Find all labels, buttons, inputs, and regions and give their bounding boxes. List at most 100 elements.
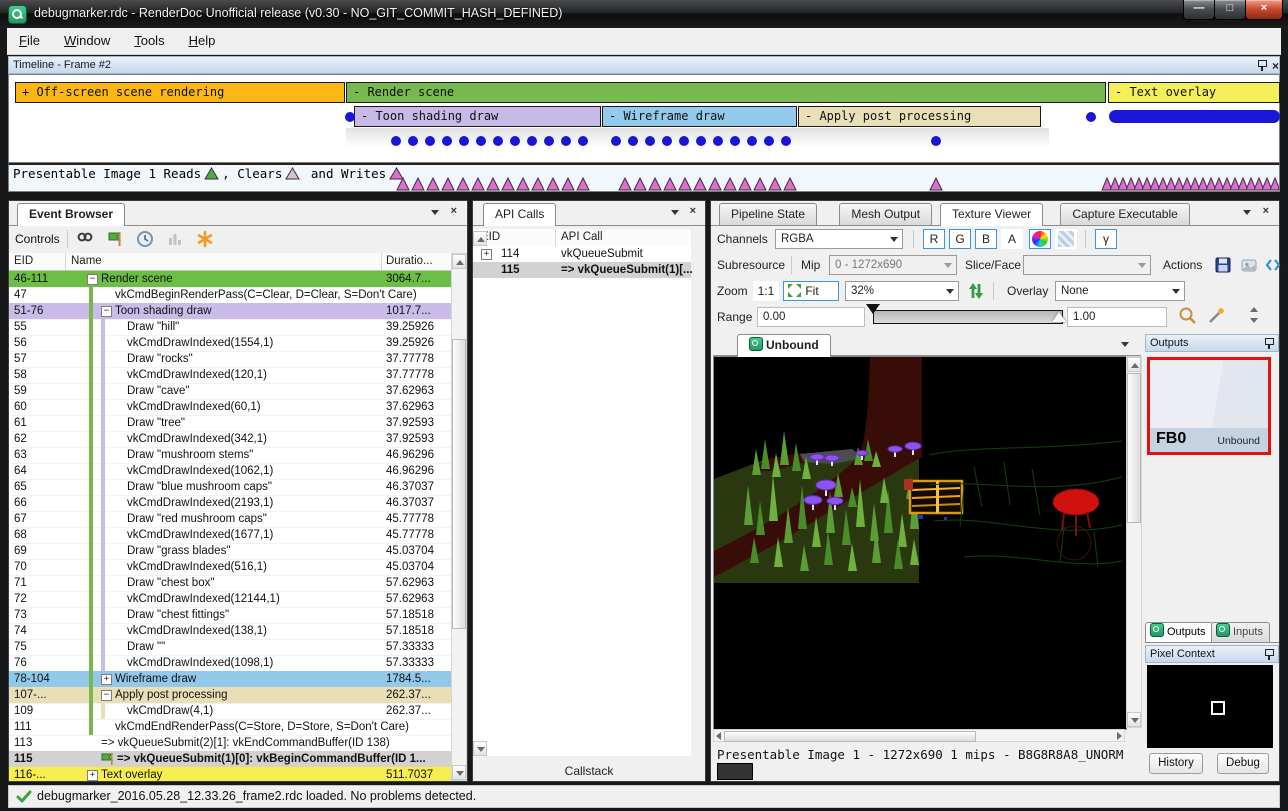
flip-y-icon[interactable] [967, 281, 985, 306]
event-row[interactable]: 58vkCmdDrawIndexed(120,1)37.77778 [9, 367, 451, 384]
timeline-marker[interactable]: - Render scene [346, 82, 1106, 103]
draw-dot[interactable] [679, 136, 689, 146]
chevron-down-icon[interactable] [1121, 342, 1129, 347]
channels-combo[interactable]: RGBA [775, 229, 903, 249]
tab-outputs[interactable]: Outputs [1145, 622, 1213, 642]
texture-canvas[interactable] [713, 356, 1127, 730]
draw-dot[interactable] [544, 136, 554, 146]
tab-capture-executable[interactable]: Capture Executable [1060, 203, 1189, 225]
event-row[interactable]: 55Draw "hill"39.25926 [9, 319, 451, 336]
channel-a-button[interactable]: A [1001, 229, 1023, 249]
pin-icon[interactable] [1257, 59, 1267, 71]
draw-dot[interactable] [345, 112, 355, 122]
event-row[interactable]: 71Draw "chest box"57.62963 [9, 575, 451, 592]
event-row[interactable]: 72vkCmdDrawIndexed(12144,1)57.62963 [9, 591, 451, 608]
menu-item-help[interactable]: Help [177, 28, 228, 48]
menu-item-window[interactable]: Window [52, 28, 122, 48]
tab-pipeline-state[interactable]: Pipeline State [719, 203, 817, 225]
event-browser-scrollbar[interactable] [451, 253, 467, 781]
timeline-marker[interactable]: + Off-screen scene rendering [15, 82, 345, 103]
draw-dot[interactable] [931, 136, 941, 146]
chevron-down-icon[interactable] [671, 210, 679, 215]
pixel-context-canvas[interactable] [1147, 665, 1273, 748]
draw-dot[interactable] [713, 136, 723, 146]
event-row[interactable]: 67Draw "red mushroom caps"45.77778 [9, 511, 451, 528]
chevron-down-icon[interactable] [1243, 210, 1251, 215]
scroll-up-icon[interactable] [473, 231, 487, 246]
fit-button[interactable]: Fit [783, 281, 839, 301]
timeline-marker[interactable]: - Text overlay [1108, 82, 1280, 103]
collapse-icon[interactable]: − [101, 690, 112, 701]
draw-dot[interactable] [578, 136, 588, 146]
event-row[interactable]: 116-...+Text overlay511.7037 [9, 767, 451, 781]
checker-button[interactable] [1055, 229, 1077, 249]
colorwheel-button[interactable] [1029, 229, 1051, 249]
expand-icon[interactable]: + [101, 674, 112, 685]
event-row[interactable]: 61Draw "tree"37.92593 [9, 415, 451, 432]
zoom-1to1-button[interactable]: 1:1 [753, 281, 779, 301]
event-row[interactable]: 57Draw "rocks"37.77778 [9, 351, 451, 368]
pin-icon[interactable] [1264, 648, 1274, 660]
collapse-icon[interactable]: − [87, 274, 98, 285]
event-row[interactable]: 113=> vkQueueSubmit(2)[1]: vkEndCommandB… [9, 735, 451, 752]
tab-unbound[interactable]: Unbound [737, 334, 831, 357]
channel-g-button[interactable]: G [949, 229, 971, 249]
event-row[interactable]: 75Draw ""57.33333 [9, 639, 451, 656]
draw-dot[interactable] [527, 136, 537, 146]
bookmark-flag-icon[interactable] [105, 229, 125, 249]
draw-dot[interactable] [747, 136, 757, 146]
api-call-row[interactable]: +114vkQueueSubmit [473, 246, 691, 262]
event-row[interactable]: 63Draw "mushroom stems"46.96296 [9, 447, 451, 464]
debug-button[interactable]: Debug [1217, 753, 1269, 774]
fb0-thumbnail[interactable]: FB0 Unbound [1147, 357, 1271, 455]
close-panel-icon[interactable]: × [1263, 205, 1269, 217]
draw-dot[interactable] [764, 136, 774, 146]
history-button[interactable]: History [1149, 753, 1203, 774]
timeline-marker[interactable]: - Wireframe draw [602, 106, 797, 127]
menu-item-file[interactable]: File [7, 28, 52, 48]
texture-vscroll[interactable] [1126, 356, 1142, 728]
maximize-button[interactable]: □ [1214, 0, 1246, 20]
close-panel-icon[interactable]: × [690, 205, 696, 217]
draw-dot[interactable] [781, 136, 791, 146]
tab-event-browser[interactable]: Event Browser [17, 203, 125, 226]
tab-inputs[interactable]: Inputs [1211, 622, 1270, 642]
channel-b-button[interactable]: B [975, 229, 997, 249]
event-row[interactable]: 78-104+Wireframe draw1784.5... [9, 671, 451, 688]
texture-hscroll[interactable] [713, 729, 1125, 742]
event-row[interactable]: 109vkCmdDraw(4,1)262.37... [9, 703, 451, 720]
event-row[interactable]: 73Draw "chest fittings"57.18518 [9, 607, 451, 624]
event-row[interactable]: 46-111−Render scene3064.7... [9, 271, 451, 288]
draw-dot[interactable] [730, 136, 740, 146]
tab-mesh-output[interactable]: Mesh Output [839, 203, 932, 225]
close-panel-icon[interactable]: × [1272, 60, 1279, 72]
range-min-field[interactable]: 0.00 [757, 307, 865, 327]
expand-icon[interactable]: + [481, 249, 492, 260]
export-image-icon[interactable] [1239, 255, 1259, 280]
save-icon[interactable] [1213, 255, 1233, 280]
event-row[interactable]: 70vkCmdDrawIndexed(516,1)45.03704 [9, 559, 451, 576]
timeline-marker[interactable]: - Apply post processing [798, 106, 1041, 127]
range-black-point-handle[interactable] [866, 304, 880, 314]
mip-combo[interactable]: 0 - 1272x690 [829, 255, 957, 275]
event-row[interactable]: 68vkCmdDrawIndexed(1677,1)45.77778 [9, 527, 451, 544]
event-row[interactable]: 59Draw "cave"37.62963 [9, 383, 451, 400]
collapse-icon[interactable]: − [101, 306, 112, 317]
api-call-row[interactable]: 115=> vkQueueSubmit(1)[... [473, 262, 691, 278]
event-row[interactable]: 107-...−Apply post processing262.37... [9, 687, 451, 704]
slice-face-combo[interactable] [1023, 255, 1151, 275]
event-row[interactable]: 62vkCmdDrawIndexed(342,1)37.92593 [9, 431, 451, 448]
overlay-combo[interactable]: None [1055, 281, 1185, 301]
channel-r-button[interactable]: R [923, 229, 945, 249]
event-row[interactable]: 64vkCmdDrawIndexed(1062,1)46.96296 [9, 463, 451, 480]
tab-texture-viewer[interactable]: Texture Viewer [940, 203, 1043, 226]
draw-dot[interactable] [391, 136, 401, 146]
draw-dot[interactable] [425, 136, 435, 146]
draw-dot[interactable] [628, 136, 638, 146]
event-row[interactable]: 74vkCmdDrawIndexed(138,1)57.18518 [9, 623, 451, 640]
minimize-button[interactable]: — [1183, 0, 1215, 20]
event-row[interactable]: 69Draw "grass blades"45.03704 [9, 543, 451, 560]
range-spinner[interactable] [1247, 305, 1261, 330]
zoom-combo[interactable]: 32% [845, 281, 959, 301]
draw-dot[interactable] [1086, 112, 1096, 122]
